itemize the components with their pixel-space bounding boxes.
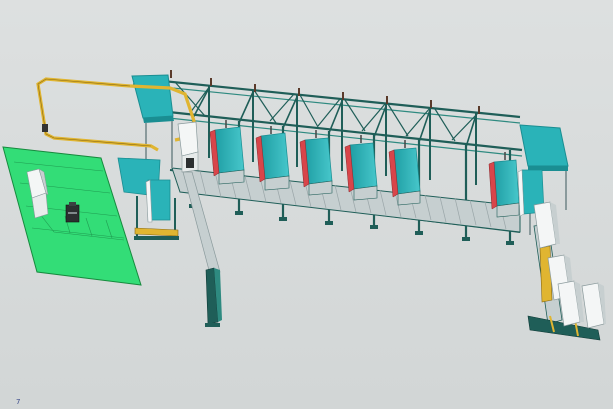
corner-label: 7 [16,398,21,406]
black-component-on-pad[interactable] [65,202,80,223]
cad-scene [0,0,613,409]
cabinet-4[interactable] [344,135,378,201]
cabinet-3[interactable] [299,130,333,196]
cabinet-5[interactable] [388,140,421,206]
